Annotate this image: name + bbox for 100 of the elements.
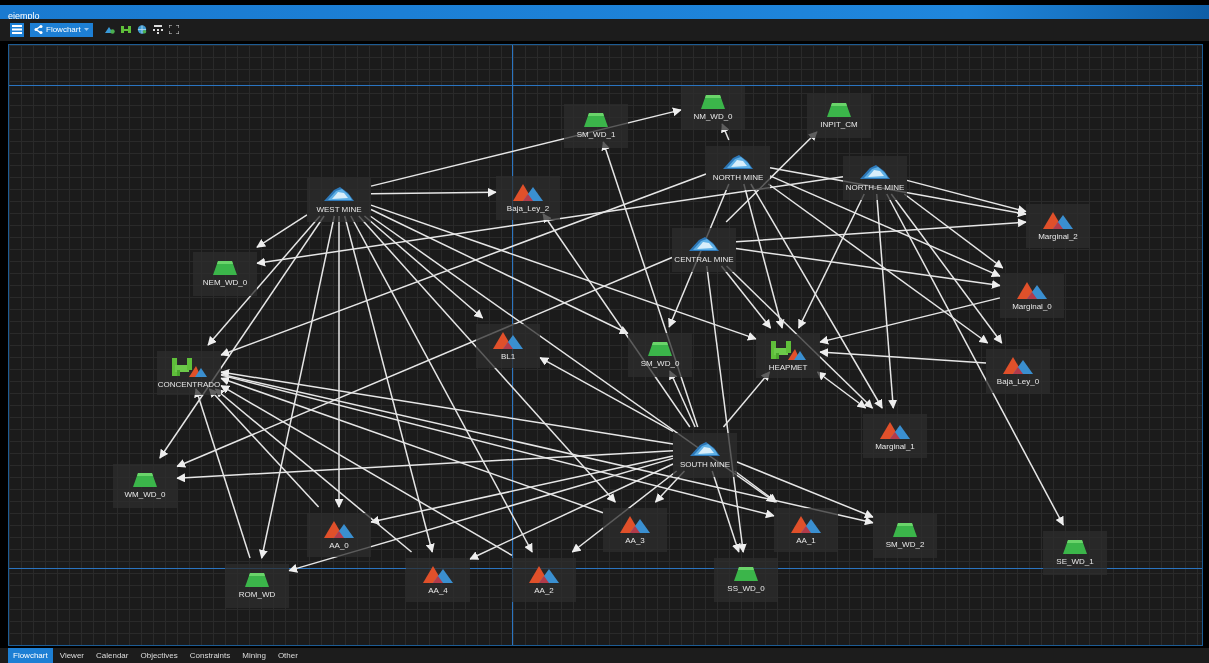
node-tile[interactable]: SS_WD_0 xyxy=(714,557,778,602)
node-tile[interactable]: Marginal_0 xyxy=(1000,273,1064,318)
hierarchy-icon[interactable] xyxy=(152,25,163,35)
node-tile[interactable]: ROM_WD xyxy=(225,563,289,608)
node-label: SM_WD_2 xyxy=(885,540,925,550)
node-tile[interactable]: SOUTH MINE xyxy=(673,432,737,477)
node-label: SE_WD_1 xyxy=(1056,557,1094,567)
trapezoid-icon xyxy=(244,572,270,589)
tab[interactable]: Mining xyxy=(237,648,271,663)
mountain-icon xyxy=(721,153,755,172)
view-dropdown[interactable]: Flowchart xyxy=(30,22,93,37)
node-label: NM_WD_0 xyxy=(693,112,733,122)
peaks-icon xyxy=(423,564,453,585)
peaks-icon xyxy=(513,182,543,203)
caret-icon xyxy=(83,27,89,32)
node-label: BL1 xyxy=(500,352,516,362)
node-tile[interactable]: CONCENTRADO xyxy=(157,350,221,395)
node-label: WM_WD_0 xyxy=(124,490,166,500)
peaks-icon xyxy=(493,330,523,351)
peaks-icon xyxy=(1043,210,1073,231)
node-tile[interactable]: SM_WD_2 xyxy=(873,513,937,558)
peaks-icon xyxy=(1003,355,1033,376)
peaks-icon xyxy=(791,514,821,535)
node-label: Baja_Ley_2 xyxy=(506,204,550,214)
node-tile[interactable]: AA_3 xyxy=(603,507,667,552)
node-tile[interactable]: Baja_Ley_2 xyxy=(496,175,560,220)
node-label: Marginal_0 xyxy=(1012,302,1052,312)
node-tile[interactable]: Marginal_2 xyxy=(1026,203,1090,248)
node-tile[interactable]: BL1 xyxy=(476,323,540,368)
node-label: SOUTH MINE xyxy=(679,460,731,470)
trapezoid-icon xyxy=(212,260,238,277)
node-tile[interactable]: NM_WD_0 xyxy=(681,85,745,130)
node-label: CONCENTRADO xyxy=(157,380,221,390)
tab[interactable]: Other xyxy=(272,648,303,663)
share-icon xyxy=(34,25,43,35)
node-tile[interactable]: Marginal_1 xyxy=(863,413,927,458)
node-label: NORTH MINE xyxy=(712,173,764,183)
fullscreen-icon[interactable] xyxy=(168,25,179,35)
node-label: SM_WD_0 xyxy=(640,359,680,369)
mountain-icon xyxy=(858,163,892,182)
mountain-add-icon[interactable] xyxy=(104,25,115,35)
node-tile[interactable]: INPIT_CM xyxy=(807,93,871,138)
node-label: INPIT_CM xyxy=(820,120,858,130)
node-tile[interactable]: NORTH-E MINE xyxy=(843,155,907,200)
tab[interactable]: Constraints xyxy=(184,648,236,663)
node-tile[interactable]: NORTH MINE xyxy=(706,145,770,190)
tab[interactable]: Objectives xyxy=(135,648,183,663)
trapezoid-icon xyxy=(826,102,852,119)
node-label: Marginal_2 xyxy=(1038,232,1078,242)
node-label: AA_1 xyxy=(796,536,816,546)
node-label: Baja_Ley_0 xyxy=(996,377,1040,387)
node-tile[interactable]: SM_WD_1 xyxy=(564,103,628,148)
tab[interactable]: Flowchart xyxy=(8,648,53,663)
trapezoid-icon xyxy=(733,566,759,583)
trapezoid-icon xyxy=(647,341,673,358)
node-label: CENTRAL MINE xyxy=(674,255,734,265)
node-label: NORTH-E MINE xyxy=(845,183,905,193)
peaks-icon xyxy=(529,564,559,585)
peaks-icon xyxy=(880,420,910,441)
peaks-icon xyxy=(620,514,650,535)
node-label: ROM_WD xyxy=(238,590,276,600)
node-tile[interactable]: AA_4 xyxy=(406,557,470,602)
trapezoid-icon xyxy=(583,112,609,129)
globe-icon[interactable] xyxy=(136,25,147,35)
node-label: WEST MINE xyxy=(316,205,362,215)
node-tile[interactable]: WEST MINE xyxy=(307,177,371,222)
node-tile[interactable]: WM_WD_0 xyxy=(113,463,177,508)
node-label: SS_WD_0 xyxy=(727,584,765,594)
node-tile[interactable]: AA_1 xyxy=(774,507,838,552)
node-tile[interactable]: SM_WD_0 xyxy=(628,332,692,377)
plant-icon xyxy=(770,339,806,362)
peaks-icon xyxy=(1017,280,1047,301)
mountain-icon xyxy=(322,185,356,204)
node-label: Marginal_1 xyxy=(875,442,915,452)
node-label: AA_3 xyxy=(625,536,645,546)
node-tile[interactable]: SE_WD_1 xyxy=(1043,530,1107,575)
mountain-icon xyxy=(687,235,721,254)
node-tile[interactable]: CENTRAL MINE xyxy=(672,227,736,272)
node-label: HEAPMET xyxy=(768,363,808,373)
trapezoid-icon xyxy=(132,472,158,489)
node-label: AA_4 xyxy=(428,586,448,596)
window-title: ejemplo xyxy=(7,10,40,23)
mountain-icon xyxy=(688,440,722,459)
menu-button[interactable] xyxy=(10,22,24,37)
node-tile[interactable]: HEAPMET xyxy=(756,333,820,378)
node-tile[interactable]: AA_0 xyxy=(307,512,371,557)
tab[interactable]: Viewer xyxy=(54,648,89,663)
tab[interactable]: Calendar xyxy=(91,648,134,663)
node-label: NEM_WD_0 xyxy=(202,278,248,288)
node-label: AA_2 xyxy=(534,586,554,596)
node-tile[interactable]: NEM_WD_0 xyxy=(193,251,257,296)
trapezoid-icon xyxy=(1062,539,1088,556)
trapezoid-icon xyxy=(892,522,918,539)
node-label: SM_WD_1 xyxy=(576,130,616,140)
node-tile[interactable]: Baja_Ley_0 xyxy=(986,348,1050,393)
node-tile[interactable]: AA_2 xyxy=(512,557,576,602)
plant-icon xyxy=(171,356,207,379)
plant-icon[interactable] xyxy=(120,25,131,35)
trapezoid-icon xyxy=(700,94,726,111)
node-label: AA_0 xyxy=(329,541,349,551)
